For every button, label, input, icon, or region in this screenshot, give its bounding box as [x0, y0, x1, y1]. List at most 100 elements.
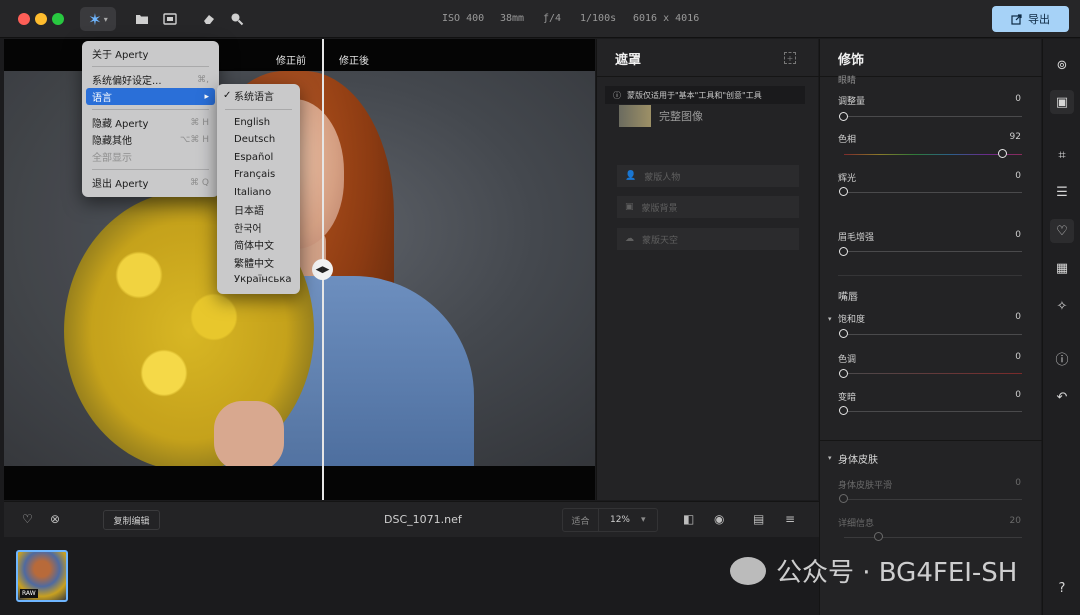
menu-separator: [92, 66, 209, 67]
menu-item-quit[interactable]: 退出 Aperty ⌘ Q: [82, 174, 219, 191]
lip-darken-slider[interactable]: [844, 411, 1022, 412]
slider-knob[interactable]: [839, 247, 848, 256]
shortcut-label: ⌘ H: [190, 117, 209, 128]
menu-label: 全部显示: [92, 153, 132, 164]
zoom-tool-button[interactable]: [228, 7, 246, 31]
slider-label: 色调: [838, 355, 857, 365]
raw-badge: RAW: [20, 589, 38, 598]
before-after-icon[interactable]: ▤: [753, 512, 764, 526]
help-button[interactable]: ?: [1050, 576, 1074, 600]
menu-label: 隐藏 Aperty: [92, 119, 149, 130]
slider-knob[interactable]: [839, 112, 848, 121]
menu-item-preferences[interactable]: 系统偏好设定... ⌘,: [82, 71, 219, 88]
language-item-simplified-chinese[interactable]: 简体中文: [217, 236, 300, 254]
mask-tool-button[interactable]: ▣: [1050, 90, 1074, 114]
chevron-down-icon[interactable]: ▾: [828, 315, 832, 323]
zoom-level[interactable]: 12%: [599, 515, 641, 525]
mask-panel-title: 遮罩: [615, 53, 642, 68]
slider-knob[interactable]: [839, 494, 848, 503]
language-item-german[interactable]: Deutsch: [217, 131, 300, 149]
export-button[interactable]: 导出: [992, 6, 1069, 32]
language-item-system[interactable]: ✓ 系统语言: [217, 87, 300, 105]
preview-eye-icon[interactable]: ◉: [714, 512, 724, 526]
app-menu-button[interactable]: ✶ ▾: [80, 7, 116, 31]
info-tool-button[interactable]: ⓘ: [1050, 346, 1074, 370]
export-label: 导出: [1028, 13, 1050, 26]
language-label: 한국어: [234, 223, 262, 235]
language-item-spanish[interactable]: Español: [217, 149, 300, 167]
crop-icon: ⌗: [1058, 147, 1066, 163]
folder-button[interactable]: [133, 7, 151, 31]
sliders-icon: ☰: [1056, 184, 1068, 200]
zoom-control[interactable]: 适合 12% ▾: [562, 508, 658, 532]
detail-slider[interactable]: [844, 537, 1022, 538]
menu-item-language[interactable]: 语言 ▸: [86, 88, 215, 105]
menu-separator: [225, 108, 292, 110]
favorite-heart-icon[interactable]: ♡: [22, 512, 33, 526]
mask-people-button[interactable]: 👤 蒙版人物: [617, 165, 799, 187]
compare-split-icon[interactable]: ◧: [683, 512, 694, 526]
language-item-english[interactable]: English: [217, 114, 300, 132]
lip-saturation-slider[interactable]: [844, 334, 1022, 335]
language-item-japanese[interactable]: 日本語: [217, 201, 300, 219]
slider-knob[interactable]: [839, 369, 848, 378]
wechat-logo-icon: [730, 556, 766, 585]
import-button[interactable]: [161, 7, 179, 31]
fit-button[interactable]: 适合: [563, 509, 599, 531]
mask-sky-button[interactable]: ☁ 蒙版天空: [617, 228, 799, 250]
crop-tool-button[interactable]: ⌗: [1050, 143, 1074, 167]
person-icon: 👤: [625, 171, 637, 181]
info-icon: ⓘ: [1055, 352, 1069, 368]
chevron-down-icon: ▾: [103, 14, 108, 24]
chevron-down-icon[interactable]: ▾: [828, 454, 832, 462]
creative-tool-button[interactable]: ✧: [1050, 294, 1074, 318]
body-smoothing-slider[interactable]: [844, 499, 1022, 500]
shortcut-label: ⌥⌘ H: [180, 134, 209, 145]
compare-handle[interactable]: ◀▶: [312, 259, 333, 280]
menu-item-hide-others[interactable]: 隐藏其他 ⌥⌘ H: [82, 131, 219, 148]
app-logo-icon: ✶: [88, 9, 102, 29]
add-mask-button[interactable]: +: [784, 52, 796, 64]
close-window-button[interactable]: [18, 13, 30, 25]
menu-item-hide[interactable]: 隐藏 Aperty ⌘ H: [82, 114, 219, 131]
full-image-label: 完整图像: [659, 110, 703, 123]
history-tool-button[interactable]: ↶: [1050, 385, 1074, 409]
language-item-italian[interactable]: Italiano: [217, 184, 300, 202]
reject-icon[interactable]: ⊗: [50, 512, 60, 526]
mask-background-button[interactable]: ▣ 蒙版背景: [617, 196, 799, 218]
slider-knob[interactable]: [874, 532, 883, 541]
retouch-tool-button[interactable]: ♡: [1050, 219, 1074, 243]
language-item-traditional-chinese[interactable]: 繁體中文: [217, 254, 300, 272]
slider-knob[interactable]: [998, 149, 1007, 158]
filmstrip-thumbnail[interactable]: RAW: [16, 550, 68, 602]
undo-icon: ↶: [1056, 389, 1068, 405]
slider-label: 饱和度: [838, 315, 866, 325]
hue-slider[interactable]: [844, 154, 1022, 155]
menu-label: 退出 Aperty: [92, 179, 149, 190]
glow-slider[interactable]: [844, 192, 1022, 193]
slider-knob[interactable]: [839, 187, 848, 196]
menu-item-show-all: 全部显示: [82, 148, 219, 165]
frame-tool-button[interactable]: ▦: [1050, 256, 1074, 280]
shortcut-label: ⌘,: [197, 74, 209, 85]
amount-slider[interactable]: [844, 116, 1022, 117]
sort-icon[interactable]: ≡: [785, 512, 795, 526]
mask-full-image[interactable]: 完整图像: [619, 105, 703, 127]
app-menu: 关于 Aperty 系统偏好设定... ⌘, 语言 ▸ 隐藏 Aperty ⌘ H 隐…: [82, 41, 219, 197]
eraser-button[interactable]: [200, 7, 218, 31]
language-item-korean[interactable]: 한국어: [217, 219, 300, 237]
language-item-ukrainian[interactable]: Українська: [217, 271, 300, 289]
zoom-window-button[interactable]: [52, 13, 64, 25]
adjust-tool-button[interactable]: ☰: [1050, 180, 1074, 204]
copy-edit-button[interactable]: 复制编辑: [103, 510, 160, 530]
slider-knob[interactable]: [839, 329, 848, 338]
lip-tone-slider[interactable]: [844, 373, 1022, 374]
eyebrow-slider[interactable]: [844, 251, 1022, 252]
menu-label: 隐藏其他: [92, 136, 132, 147]
layers-tool-button[interactable]: ⊚: [1050, 53, 1074, 77]
menu-item-about[interactable]: 关于 Aperty: [82, 45, 219, 62]
minimize-window-button[interactable]: [35, 13, 47, 25]
language-label: Deutsch: [234, 134, 276, 146]
slider-knob[interactable]: [839, 406, 848, 415]
language-item-french[interactable]: Français: [217, 166, 300, 184]
